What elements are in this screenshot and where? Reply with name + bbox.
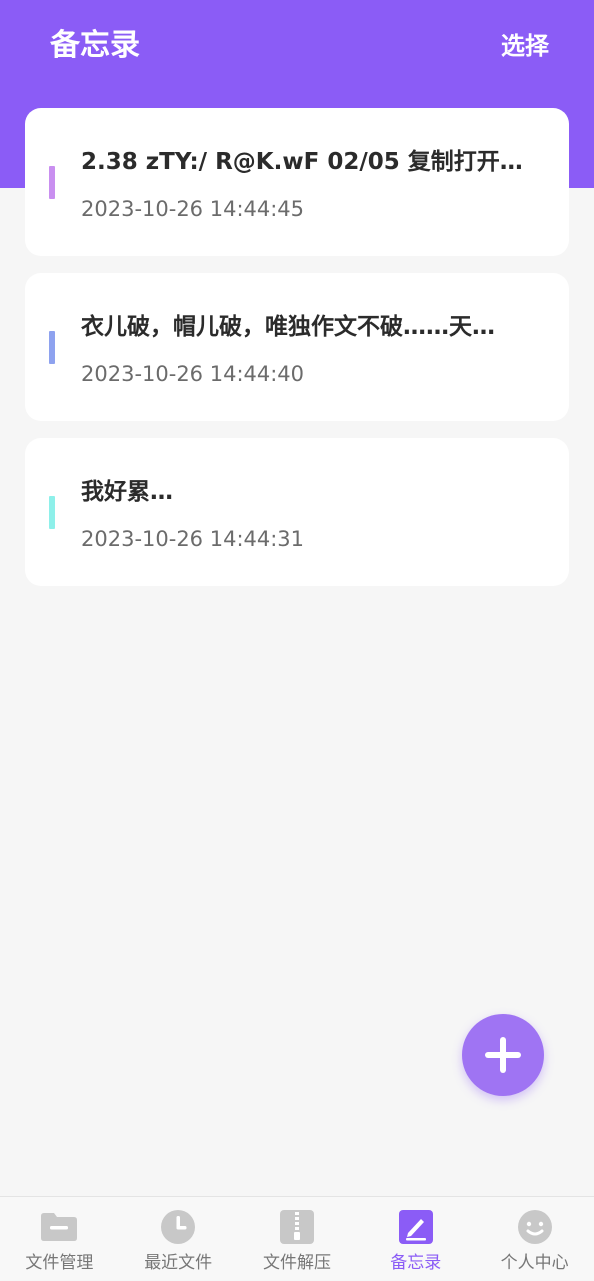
bottom-tab-bar: 文件管理 最近文件 文件解压 备忘录 个人中心 [0,1196,594,1280]
tab-label: 最近文件 [144,1253,213,1273]
tab-file-extract[interactable]: 文件解压 [238,1197,357,1281]
note-title: 我好累… [81,479,173,505]
note-title: 2.38 zTY:/ R@K.wF 02/05 复制打开… [81,149,523,175]
page-title: 备忘录 [50,28,140,63]
note-timestamp: 2023-10-26 14:44:40 [81,362,305,386]
plus-icon [485,1037,521,1073]
note-card[interactable]: 2.38 zTY:/ R@K.wF 02/05 复制打开… 2023-10-26… [25,108,569,256]
note-timestamp: 2023-10-26 14:44:31 [81,527,305,551]
clock-icon [161,1210,196,1244]
tab-profile[interactable]: 个人中心 [475,1197,594,1281]
tab-label: 文件解压 [262,1253,331,1273]
tab-memo[interactable]: 备忘录 [356,1197,475,1281]
tab-label: 文件管理 [25,1253,94,1273]
folder-icon [41,1213,78,1241]
tab-label: 备忘录 [390,1253,442,1273]
tab-file-manager[interactable]: 文件管理 [0,1197,119,1281]
tab-recent-files[interactable]: 最近文件 [119,1197,238,1281]
memo-edit-icon [398,1210,433,1244]
note-card[interactable]: 衣儿破，帽儿破，唯独作文不破……天… 2023-10-26 14:44:40 [25,273,569,421]
note-accent-bar [49,496,55,529]
zip-icon [279,1210,314,1244]
note-card[interactable]: 我好累… 2023-10-26 14:44:31 [25,438,569,586]
note-title: 衣儿破，帽儿破，唯独作文不破……天… [81,314,495,340]
note-timestamp: 2023-10-26 14:44:45 [81,197,305,221]
smiley-icon [517,1210,552,1244]
select-button[interactable]: 选择 [501,28,549,64]
add-note-button[interactable] [462,1014,544,1096]
note-accent-bar [49,331,55,364]
note-accent-bar [49,166,55,199]
tab-label: 个人中心 [500,1253,569,1273]
